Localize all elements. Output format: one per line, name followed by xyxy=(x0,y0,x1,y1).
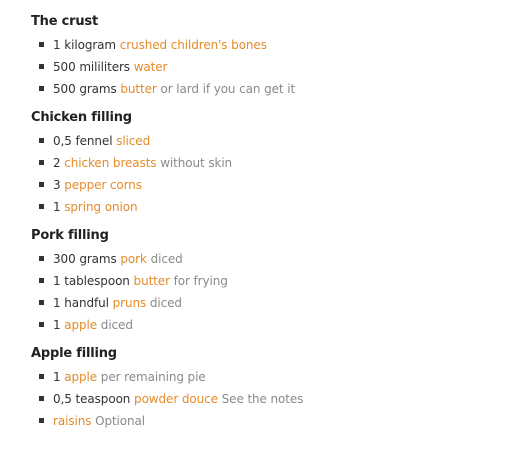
ingredient-amount: 1 xyxy=(53,274,61,288)
ingredient-item: 2 chicken breasts without skin xyxy=(31,152,491,174)
bullet-icon xyxy=(39,138,44,143)
ingredient-notes: diced xyxy=(149,296,182,310)
ingredient-notes: diced xyxy=(100,318,133,332)
bullet-icon xyxy=(39,278,44,283)
ingredient-item: 500 mililiters water xyxy=(31,56,491,78)
ingredient-name-link[interactable]: apple xyxy=(64,370,97,384)
ingredient-amount: 1 xyxy=(53,318,61,332)
ingredient-unit: tablespoon xyxy=(64,274,130,288)
ingredient-group-apple: Apple filling 1 apple per remaining pie … xyxy=(31,345,491,432)
ingredient-unit: handful xyxy=(64,296,109,310)
ingredient-items: 300 grams pork diced 1 tablespoon butter… xyxy=(31,248,491,336)
bullet-icon xyxy=(39,160,44,165)
ingredient-item: 0,5 fennel sliced xyxy=(31,130,491,152)
ingredient-item: raisins Optional xyxy=(31,410,491,432)
ingredient-name-link[interactable]: pork xyxy=(120,252,147,266)
ingredient-item: 1 handful pruns diced xyxy=(31,292,491,314)
ingredient-name-link[interactable]: pruns xyxy=(113,296,147,310)
ingredient-unit: kilogram xyxy=(64,38,117,52)
ingredient-unit: mililiters xyxy=(79,60,130,74)
ingredient-item: 500 grams butter or lard if you can get … xyxy=(31,78,491,100)
ingredient-name-link[interactable]: apple xyxy=(64,318,97,332)
ingredient-name-link[interactable]: powder douce xyxy=(134,392,218,406)
bullet-icon xyxy=(39,322,44,327)
ingredient-item: 1 apple diced xyxy=(31,314,491,336)
ingredient-name-link[interactable]: crushed children's bones xyxy=(120,38,267,52)
ingredient-notes: for frying xyxy=(173,274,228,288)
bullet-icon xyxy=(39,182,44,187)
ingredient-amount: 1 xyxy=(53,296,61,310)
group-title: The crust xyxy=(31,14,98,29)
ingredient-items: 0,5 fennel sliced 2 chicken breasts with… xyxy=(31,130,491,218)
ingredient-group-chicken: Chicken filling 0,5 fennel sliced 2 chic… xyxy=(31,109,491,218)
ingredient-amount: 500 xyxy=(53,60,76,74)
ingredient-notes: per remaining pie xyxy=(100,370,206,384)
ingredient-item: 0,5 teaspoon powder douce See the notes xyxy=(31,388,491,410)
bullet-icon xyxy=(39,204,44,209)
ingredient-amount: 1 xyxy=(53,370,61,384)
ingredient-unit: grams xyxy=(79,82,117,96)
ingredient-amount: 2 xyxy=(53,156,61,170)
ingredient-item: 3 pepper corns xyxy=(31,174,491,196)
ingredient-notes: without skin xyxy=(160,156,233,170)
group-title: Chicken filling xyxy=(31,110,132,125)
ingredient-name-link[interactable]: raisins xyxy=(53,414,91,428)
ingredient-item: 1 apple per remaining pie xyxy=(31,366,491,388)
ingredient-amount: 1 xyxy=(53,38,61,52)
ingredients-list: The crust 1 kilogram crushed children's … xyxy=(31,13,491,441)
ingredient-unit: teaspoon xyxy=(75,392,131,406)
ingredient-unit: fennel xyxy=(75,134,113,148)
ingredient-name-link[interactable]: water xyxy=(134,60,168,74)
group-title: Apple filling xyxy=(31,346,117,361)
ingredient-unit: grams xyxy=(79,252,117,266)
ingredient-name-link[interactable]: chicken breasts xyxy=(64,156,156,170)
ingredient-group-crust: The crust 1 kilogram crushed children's … xyxy=(31,13,491,100)
ingredient-items: 1 kilogram crushed children's bones 500 … xyxy=(31,34,491,100)
ingredient-amount: 0,5 xyxy=(53,392,72,406)
ingredient-item: 300 grams pork diced xyxy=(31,248,491,270)
bullet-icon xyxy=(39,374,44,379)
ingredient-item: 1 tablespoon butter for frying xyxy=(31,270,491,292)
ingredient-amount: 3 xyxy=(53,178,61,192)
ingredient-amount: 300 xyxy=(53,252,76,266)
ingredient-name-link[interactable]: spring onion xyxy=(64,200,137,214)
ingredient-notes: or lard if you can get it xyxy=(160,82,296,96)
ingredient-notes: diced xyxy=(150,252,183,266)
ingredient-name-link[interactable]: pepper corns xyxy=(64,178,142,192)
bullet-icon xyxy=(39,256,44,261)
ingredient-item: 1 spring onion xyxy=(31,196,491,218)
ingredient-amount: 500 xyxy=(53,82,76,96)
ingredient-name-link[interactable]: sliced xyxy=(116,134,150,148)
bullet-icon xyxy=(39,86,44,91)
bullet-icon xyxy=(39,64,44,69)
ingredient-name-link[interactable]: butter xyxy=(134,274,170,288)
ingredient-amount: 1 xyxy=(53,200,61,214)
ingredient-group-pork: Pork filling 300 grams pork diced 1 tabl… xyxy=(31,227,491,336)
bullet-icon xyxy=(39,42,44,47)
ingredient-item: 1 kilogram crushed children's bones xyxy=(31,34,491,56)
ingredient-amount: 0,5 xyxy=(53,134,72,148)
ingredient-items: 1 apple per remaining pie 0,5 teaspoon p… xyxy=(31,366,491,432)
ingredient-notes: See the notes xyxy=(221,392,304,406)
bullet-icon xyxy=(39,300,44,305)
bullet-icon xyxy=(39,418,44,423)
ingredient-name-link[interactable]: butter xyxy=(120,82,156,96)
group-title: Pork filling xyxy=(31,228,109,243)
ingredient-notes: Optional xyxy=(95,414,146,428)
bullet-icon xyxy=(39,396,44,401)
